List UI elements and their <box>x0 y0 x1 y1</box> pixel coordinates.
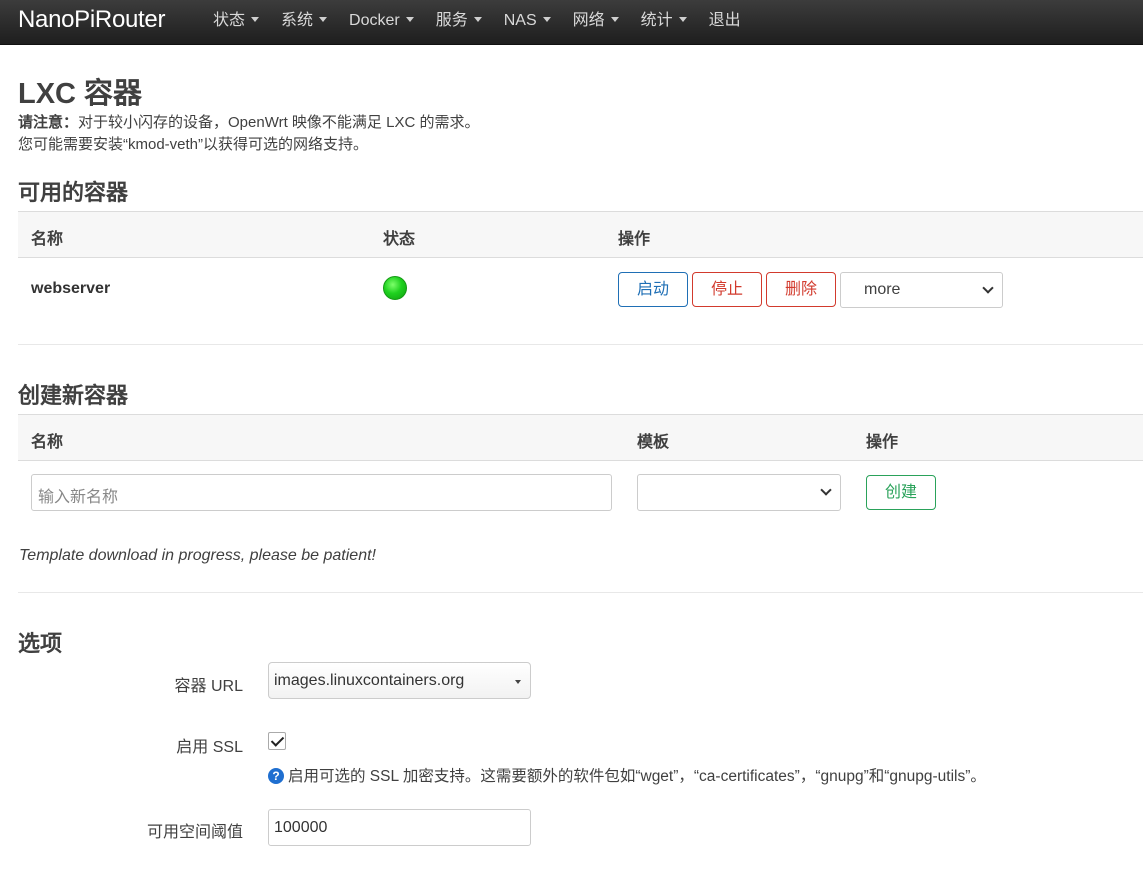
ssl-help-label: 启用可选的 SSL 加密支持。这需要额外的软件包如“wget”，“ca-cert… <box>288 768 986 785</box>
url-select-value: images.linuxcontainers.org <box>274 672 465 689</box>
stop-button[interactable]: 停止 <box>692 272 762 307</box>
nav-item-label: Docker <box>349 12 400 29</box>
notice-line-1: 对于较小闪存的设备，OpenWrt 映像不能满足 LXC 的需求。 <box>78 114 480 131</box>
caret-down-icon <box>473 17 482 23</box>
create-table-header: 名称 模板 操作 <box>18 414 1143 461</box>
nav-item-label: 系统 <box>281 12 314 29</box>
new-name-input[interactable]: 输入新名称 <box>31 474 612 511</box>
container-url-label: 容器 URL <box>174 678 243 695</box>
notice-line-2: 您可能需要安装“kmod-veth”以获得可选的网络支持。 <box>18 136 369 153</box>
download-progress-note: Template download in progress, please be… <box>19 547 376 564</box>
available-table-header: 名称 状态 操作 <box>18 211 1143 258</box>
nav-menu: 状态 系统 Docker 服务 NAS 网络 统计 退出 <box>202 0 752 45</box>
nav-item-label: NAS <box>503 12 537 29</box>
header-actions: 操作 <box>618 231 651 248</box>
available-containers-title: 可用的容器 <box>18 180 129 205</box>
chevron-down-icon <box>982 282 994 294</box>
nav-item-docker[interactable]: Docker <box>338 0 425 45</box>
brand-logo[interactable]: NanoPiRouter <box>18 6 165 34</box>
template-select[interactable] <box>637 474 841 511</box>
nav-item-status[interactable]: 状态 <box>202 0 270 45</box>
caret-down-icon <box>251 17 260 23</box>
enable-ssl-checkbox[interactable] <box>268 732 286 750</box>
ssl-help-text: ? 启用可选的 SSL 加密支持。这需要额外的软件包如“wget”，“ca-cer… <box>268 764 986 786</box>
container-name: webserver <box>31 280 111 297</box>
create-button[interactable]: 创建 <box>866 475 936 510</box>
nav-item-statistics[interactable]: 统计 <box>630 0 698 45</box>
caret-down-icon <box>678 17 687 23</box>
more-actions-select[interactable]: more <box>840 272 1003 308</box>
page-title: LXC 容器 <box>18 78 143 110</box>
more-select-value: more <box>864 281 901 298</box>
nav-item-logout[interactable]: 退出 <box>698 0 752 45</box>
status-running-icon <box>383 276 407 300</box>
chevron-down-icon <box>820 484 832 496</box>
nav-item-label: 统计 <box>640 12 673 29</box>
header-status: 状态 <box>383 231 416 248</box>
divider <box>18 592 1143 593</box>
page-notice: 请注意：对于较小闪存的设备，OpenWrt 映像不能满足 LXC 的需求。 您可… <box>18 112 479 156</box>
caret-down-icon <box>610 17 619 23</box>
caret-down-icon <box>405 17 414 23</box>
nav-item-label: 服务 <box>435 12 468 29</box>
nav-item-system[interactable]: 系统 <box>270 0 338 45</box>
header-template: 模板 <box>637 434 670 451</box>
delete-button[interactable]: 删除 <box>766 272 836 307</box>
create-container-title: 创建新容器 <box>18 383 129 408</box>
caret-down-icon <box>542 17 551 23</box>
options-title: 选项 <box>18 631 63 656</box>
free-space-threshold-label: 可用空间阈值 <box>146 824 243 841</box>
start-button[interactable]: 启动 <box>618 272 688 307</box>
enable-ssl-label: 启用 SSL <box>176 739 243 756</box>
nav-item-label: 网络 <box>572 12 605 29</box>
nav-item-label: 状态 <box>213 12 246 29</box>
header-actions: 操作 <box>866 434 899 451</box>
free-space-threshold-input[interactable]: 100000 <box>268 809 531 846</box>
caret-down-icon <box>319 17 328 23</box>
divider <box>18 344 1143 345</box>
header-name: 名称 <box>31 434 64 451</box>
notice-bold: 请注意： <box>18 114 79 131</box>
nav-item-network[interactable]: 网络 <box>562 0 630 45</box>
container-url-select[interactable]: images.linuxcontainers.org <box>268 662 531 699</box>
header-name: 名称 <box>31 231 64 248</box>
nav-item-services[interactable]: 服务 <box>425 0 493 45</box>
nav-item-nas[interactable]: NAS <box>493 0 562 45</box>
question-icon: ? <box>268 768 284 784</box>
top-navbar: NanoPiRouter 状态 系统 Docker 服务 NAS 网络 统计 退… <box>0 0 1143 45</box>
caret-down-icon <box>515 680 521 684</box>
nav-item-label: 退出 <box>708 12 741 29</box>
